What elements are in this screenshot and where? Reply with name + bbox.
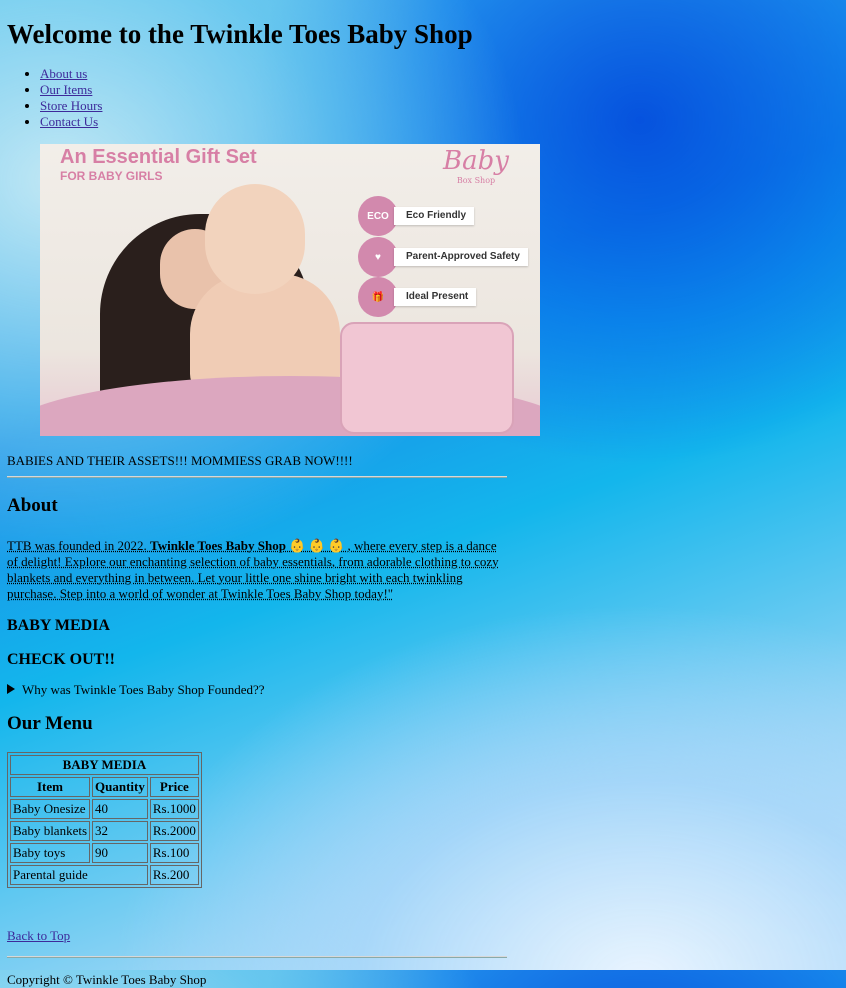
tagline: BABIES AND THEIR ASSETS!!! MOMMIESS GRAB… [7, 453, 353, 468]
nav-link-hours[interactable]: Store Hours [40, 98, 102, 113]
cell-price: Rs.1000 [149, 799, 199, 819]
table-caption-row: BABY MEDIA [10, 755, 199, 775]
column-header-price: Price [149, 777, 199, 797]
table-row: Parental guide Rs.200 [10, 865, 199, 885]
nav-link-contact[interactable]: Contact Us [40, 114, 98, 129]
nav-item-about: About us [40, 66, 837, 82]
back-to-top: Back to Top [7, 928, 837, 944]
table-row: Baby Onesize 40 Rs.1000 [10, 799, 199, 819]
cell-quantity: 32 [92, 821, 148, 841]
footer-divider [7, 956, 507, 958]
check-out-heading: CHECK OUT!! [7, 651, 115, 668]
baby-box-logo: Baby Box Shop [426, 146, 526, 192]
page: Welcome to the Twinkle Toes Baby Shop Ab… [7, 0, 837, 988]
gift-icon: 🎁 [358, 277, 398, 317]
about-brand: Twinkle Toes Baby Shop [150, 538, 286, 553]
nav-link-about[interactable]: About us [40, 66, 87, 81]
nav-list: About us Our Items Store Hours Contact U… [7, 66, 837, 130]
baby-head [205, 184, 305, 294]
feature-eco: ECO Eco Friendly [358, 196, 475, 236]
about-heading: About [7, 495, 58, 516]
logo-main: Baby [443, 146, 509, 176]
cell-item: Baby blankets [10, 821, 91, 841]
gift-suitcase [340, 322, 514, 434]
cell-item: Baby toys [10, 843, 91, 863]
cell-item: Baby Onesize [10, 799, 91, 819]
nav-link-items[interactable]: Our Items [40, 82, 92, 97]
table-row: Baby blankets 32 Rs.2000 [10, 821, 199, 841]
banner-title: An Essential Gift Set [60, 146, 257, 168]
heart-icon: ♥ [358, 237, 398, 277]
about-brand-bold: Twinkle Toes Baby Shop [149, 538, 286, 553]
menu-table: BABY MEDIA Item Quantity Price Baby Ones… [7, 752, 202, 888]
gift-set-banner-image: An Essential Gift Set FOR BABY GIRLS Bab… [40, 144, 540, 436]
copyright-text: Copyright © Twinkle Toes Baby Shop [7, 972, 207, 987]
details-summary: Why was Twinkle Toes Baby Shop Founded?? [22, 682, 265, 697]
divider [7, 476, 507, 478]
about-paragraph: TTB was founded in 2022. Twinkle Toes Ba… [7, 538, 507, 602]
cell-price: Rs.200 [149, 865, 199, 885]
cell-item: Parental guide [10, 865, 148, 885]
nav-item-contact: Contact Us [40, 114, 837, 130]
logo-sub: Box Shop [456, 176, 496, 185]
banner-subtitle: FOR BABY GIRLS [60, 169, 163, 183]
nav-item-hours: Store Hours [40, 98, 837, 114]
table-row: Baby toys 90 Rs.100 [10, 843, 199, 863]
nav-item-items: Our Items [40, 82, 837, 98]
cell-price: Rs.100 [149, 843, 199, 863]
disclosure-triangle-icon [7, 684, 15, 694]
cell-price: Rs.2000 [149, 821, 199, 841]
back-to-top-link[interactable]: Back to Top [7, 928, 70, 943]
founding-details-toggle[interactable]: Why was Twinkle Toes Baby Shop Founded?? [7, 682, 837, 698]
eco-icon: ECO [358, 196, 398, 236]
feature-safety-label: Parent-Approved Safety [394, 248, 528, 266]
column-header-quantity: Quantity [92, 777, 148, 797]
cell-quantity: 90 [92, 843, 148, 863]
feature-present: 🎁 Ideal Present [358, 277, 477, 317]
feature-present-label: Ideal Present [394, 288, 477, 306]
feature-eco-label: Eco Friendly [394, 207, 475, 225]
menu-heading: Our Menu [7, 713, 93, 734]
page-title: Welcome to the Twinkle Toes Baby Shop [7, 19, 473, 49]
table-caption: BABY MEDIA [10, 755, 199, 775]
baby-media-heading: BABY MEDIA [7, 617, 110, 634]
table-header-row: Item Quantity Price [10, 777, 199, 797]
column-header-item: Item [10, 777, 91, 797]
cell-quantity: 40 [92, 799, 148, 819]
about-text-start: TTB was founded in 2022. [7, 538, 150, 553]
about-emoji: 👶 👶 👶 [285, 538, 348, 553]
feature-safety: ♥ Parent-Approved Safety [358, 237, 528, 277]
